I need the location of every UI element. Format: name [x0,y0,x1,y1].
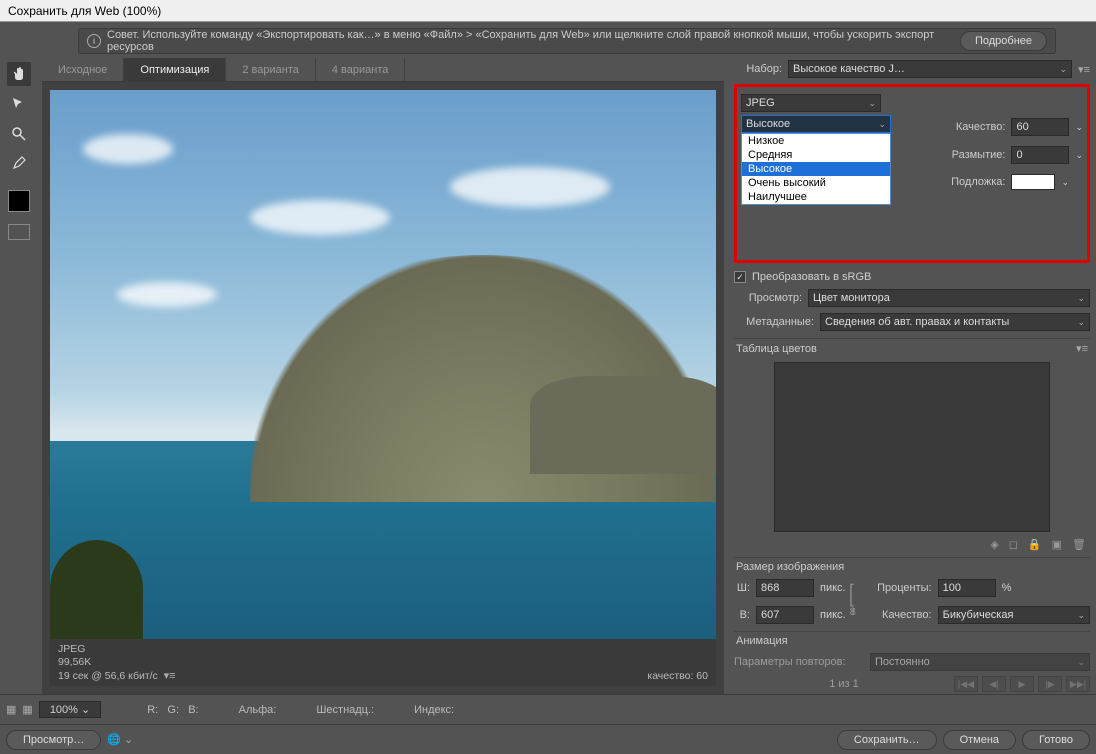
preview-canvas[interactable] [50,90,716,639]
format-select[interactable]: JPEG⌄ [741,94,881,112]
srgb-label: Преобразовать в sRGB [752,271,871,283]
blur-label: Размытие: [935,149,1005,161]
eyedropper-tool[interactable] [7,152,31,176]
tip-bar: i Совет. Используйте команду «Экспортиро… [78,28,1056,54]
settings-panel: Набор: Высокое качество J…⌄ ▾≡ JPEG⌄ Выс… [728,58,1096,694]
quality-option-medium[interactable]: Средняя [742,148,890,162]
slice-select-tool[interactable] [7,92,31,116]
quality-label: Качество: [935,121,1005,133]
quality-option-max[interactable]: Наилучшее [742,190,890,204]
quality-input[interactable]: 60 [1011,118,1069,136]
height-unit: пикс. [820,609,846,621]
delete-color-icon[interactable]: 🗑 [1072,538,1086,551]
grid-icon[interactable]: ▦ [6,703,16,716]
image-size-label: Размер изображения [736,561,844,573]
dialog-body: i Совет. Используйте команду «Экспортиро… [0,22,1096,754]
hand-tool[interactable] [7,62,31,86]
browser-preview-button[interactable]: Просмотр… [6,730,101,750]
metadata-select[interactable]: Сведения об авт. правах и контакты⌄ [820,313,1090,331]
percent-label: Проценты: [868,582,932,594]
hex-label: Шестнадц.: [316,704,374,716]
preview-mode-label: Просмотр: [734,292,802,304]
preview-quality-readout: качество: 60 [647,670,708,682]
map-to-transparent-icon[interactable]: ◻ [1009,538,1018,551]
footer-bar: ▦ ▦ 100% ⌄ R: G: B: Альфа: Шестнадц.: Ин… [0,694,1096,724]
g-label: G: [167,704,179,716]
constrain-proportions-icon[interactable]: ⎡⎣ 𝟠 [850,585,864,618]
quality-preset-dropdown: Низкое Средняя Высокое Очень высокий Наи… [741,133,891,205]
bandwidth-menu-icon[interactable]: ▾≡ [164,670,176,682]
matte-label: Подложка: [935,176,1005,188]
done-button[interactable]: Готово [1022,730,1090,750]
browser-icon[interactable]: 🌐 ⌄ [107,733,133,746]
slice-visibility-toggle[interactable] [8,224,30,240]
preset-select[interactable]: Высокое качество J…⌄ [788,60,1072,78]
width-unit: пикс. [820,582,846,594]
anim-prev-button: ◀| [982,676,1006,692]
resample-select[interactable]: Бикубическая⌄ [938,606,1090,624]
percent-input[interactable]: 100 [938,579,996,597]
window-titlebar: Сохранить для Web (100%) [0,0,1096,22]
blur-input[interactable]: 0 [1011,146,1069,164]
preview-tabs: Исходное Оптимизация 2 варианта 4 вариан… [42,58,724,82]
lock-color-icon[interactable]: 🔒 [1028,538,1042,551]
loop-label: Параметры повторов: [734,656,864,668]
save-button[interactable]: Сохранить… [837,730,937,750]
highlight-box: JPEG⌄ Высокое⌄ Низкое Средняя Высокое Оч… [734,84,1090,263]
srgb-checkbox[interactable]: ✓ [734,271,746,283]
index-label: Индекс: [414,704,454,716]
quality-option-low[interactable]: Низкое [742,134,890,148]
b-label: B: [188,704,198,716]
eyedropper-color-swatch[interactable] [8,190,30,212]
anim-play-button: ▶ [1010,676,1034,692]
loop-select: Постоянно⌄ [870,653,1090,671]
anim-next-button: |▶ [1038,676,1062,692]
color-picker-icon[interactable]: ◈ [990,538,998,551]
animation-label: Анимация [736,635,788,647]
tab-4up[interactable]: 4 варианта [316,58,406,81]
preview-download-time: 19 сек @ 56,6 кбит/с [58,670,158,682]
info-icon: i [87,34,101,48]
metadata-label: Метаданные: [734,316,814,328]
tip-text: Совет. Используйте команду «Экспортирова… [107,29,952,53]
width-input[interactable]: 868 [756,579,814,597]
zoom-tool[interactable] [7,122,31,146]
learn-more-button[interactable]: Подробнее [960,31,1047,51]
anim-last-button: ▶▶| [1066,676,1090,692]
height-label: В: [734,609,750,621]
cancel-button[interactable]: Отмена [943,730,1016,750]
preset-menu-icon[interactable]: ▾≡ [1078,63,1090,76]
matte-swatch[interactable] [1011,174,1055,190]
preview-info-bar: JPEG 99,56K 19 сек @ 56,6 кбит/с ▾≡ каче… [50,639,716,686]
height-input[interactable]: 607 [756,606,814,624]
preview-mode-select[interactable]: Цвет монитора⌄ [808,289,1090,307]
frame-readout: 1 из 1 [734,678,954,690]
preview-filesize: 99,56K [58,656,176,668]
tab-optimized[interactable]: Оптимизация [124,58,226,81]
color-table-menu-icon[interactable]: ▾≡ [1076,342,1088,355]
percent-unit: % [1002,582,1012,594]
width-label: Ш: [734,582,750,594]
tab-original[interactable]: Исходное [42,58,124,81]
anim-first-button: |◀◀ [954,676,978,692]
alpha-label: Альфа: [239,704,277,716]
color-table-label: Таблица цветов [736,343,817,355]
quality-option-high[interactable]: Высокое [742,162,890,176]
color-table-area [774,362,1050,532]
quality-option-veryhigh[interactable]: Очень высокий [742,176,890,190]
preview-format: JPEG [58,643,176,655]
preset-label: Набор: [734,63,782,75]
tab-2up[interactable]: 2 варианта [226,58,316,81]
resample-label: Качество: [868,609,932,621]
r-label: R: [147,704,158,716]
zoom-select[interactable]: 100% ⌄ [39,701,101,718]
toolbar [0,58,38,694]
new-color-icon[interactable]: ▣ [1052,538,1062,551]
quality-preset-select[interactable]: Высокое⌄ [741,115,891,133]
grid-icon-2[interactable]: ▦ [22,703,32,716]
